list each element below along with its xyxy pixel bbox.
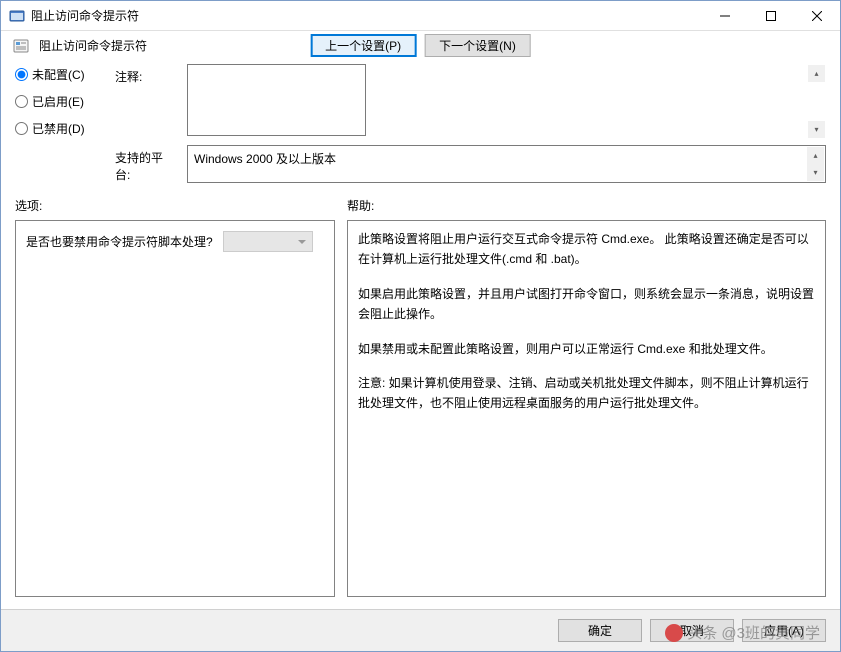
dialog-window: 阻止访问命令提示符 阻止访问命令提示符 上一个设置(P) — [0, 0, 841, 652]
help-text: 如果禁用或未配置此策略设置，则用户可以正常运行 Cmd.exe 和批处理文件。 — [358, 339, 815, 359]
policy-title: 阻止访问命令提示符 — [39, 37, 147, 54]
state-radio-group: 未配置(C) 已启用(E) 已禁用(D) — [15, 64, 105, 183]
options-column: 选项: 是否也要禁用命令提示符脚本处理? — [15, 195, 335, 597]
scroll-down-icon[interactable]: ▾ — [808, 121, 825, 138]
apply-button[interactable]: 应用(A) — [742, 619, 826, 642]
previous-setting-button[interactable]: 上一个设置(P) — [310, 34, 416, 57]
option-label: 是否也要禁用命令提示符脚本处理? — [26, 233, 213, 250]
dialog-footer: 确定 取消 应用(A) 头条 @3班的黄同学 — [1, 609, 840, 651]
options-panel: 是否也要禁用命令提示符脚本处理? — [15, 220, 335, 597]
radio-not-configured-label[interactable]: 未配置(C) — [32, 66, 85, 83]
policy-icon — [13, 38, 29, 54]
upper-section: 未配置(C) 已启用(E) 已禁用(D) 注释: ▴ — [15, 64, 826, 191]
supported-platforms-text: Windows 2000 及以上版本 — [194, 152, 336, 166]
help-text: 此策略设置将阻止用户运行交互式命令提示符 Cmd.exe。 此策略设置还确定是否… — [358, 229, 815, 270]
lower-section: 选项: 是否也要禁用命令提示符脚本处理? 帮助: 此策略设置将阻止用户运行交互式… — [15, 195, 826, 597]
help-panel: 此策略设置将阻止用户运行交互式命令提示符 Cmd.exe。 此策略设置还确定是否… — [347, 220, 826, 597]
radio-disabled[interactable] — [15, 122, 28, 135]
content-area: 未配置(C) 已启用(E) 已禁用(D) 注释: ▴ — [1, 64, 840, 609]
comment-label: 注释: — [115, 64, 177, 139]
help-column: 帮助: 此策略设置将阻止用户运行交互式命令提示符 Cmd.exe。 此策略设置还… — [347, 195, 826, 597]
minimize-button[interactable] — [702, 1, 748, 31]
maximize-button[interactable] — [748, 1, 794, 31]
scroll-up-icon[interactable]: ▴ — [807, 147, 824, 164]
help-text: 如果启用此策略设置，并且用户试图打开命令窗口，则系统会显示一条消息，说明设置会阻… — [358, 284, 815, 325]
help-text: 注意: 如果计算机使用登录、注销、启动或关机批处理文件脚本，则不阻止计算机运行批… — [358, 373, 815, 414]
supported-label: 支持的平台: — [115, 145, 177, 183]
radio-not-configured[interactable] — [15, 68, 28, 81]
script-processing-combo[interactable] — [223, 231, 313, 252]
info-column: 注释: ▴ ▾ 支持的平台: Windows 2000 及以上版本 — [115, 64, 826, 183]
option-row: 是否也要禁用命令提示符脚本处理? — [26, 231, 324, 252]
supported-platforms-box: Windows 2000 及以上版本 ▴ ▾ — [187, 145, 826, 183]
scroll-down-icon[interactable]: ▾ — [807, 164, 824, 181]
comment-textarea[interactable] — [187, 64, 366, 136]
close-button[interactable] — [794, 1, 840, 31]
radio-enabled-label[interactable]: 已启用(E) — [32, 93, 84, 110]
toolbar: 阻止访问命令提示符 上一个设置(P) 下一个设置(N) — [1, 31, 840, 64]
ok-button[interactable]: 确定 — [558, 619, 642, 642]
titlebar: 阻止访问命令提示符 — [1, 1, 840, 31]
help-header: 帮助: — [347, 195, 826, 220]
platform-scrollbar: ▴ ▾ — [807, 147, 824, 181]
comment-scrollbar: ▴ ▾ — [808, 65, 825, 138]
app-icon — [9, 8, 25, 24]
radio-disabled-label[interactable]: 已禁用(D) — [32, 120, 85, 137]
options-header: 选项: — [15, 195, 335, 220]
scroll-up-icon[interactable]: ▴ — [808, 65, 825, 82]
cancel-button[interactable]: 取消 — [650, 619, 734, 642]
window-controls — [702, 1, 840, 31]
window-title: 阻止访问命令提示符 — [31, 7, 702, 24]
radio-enabled[interactable] — [15, 95, 28, 108]
next-setting-button[interactable]: 下一个设置(N) — [424, 34, 531, 57]
